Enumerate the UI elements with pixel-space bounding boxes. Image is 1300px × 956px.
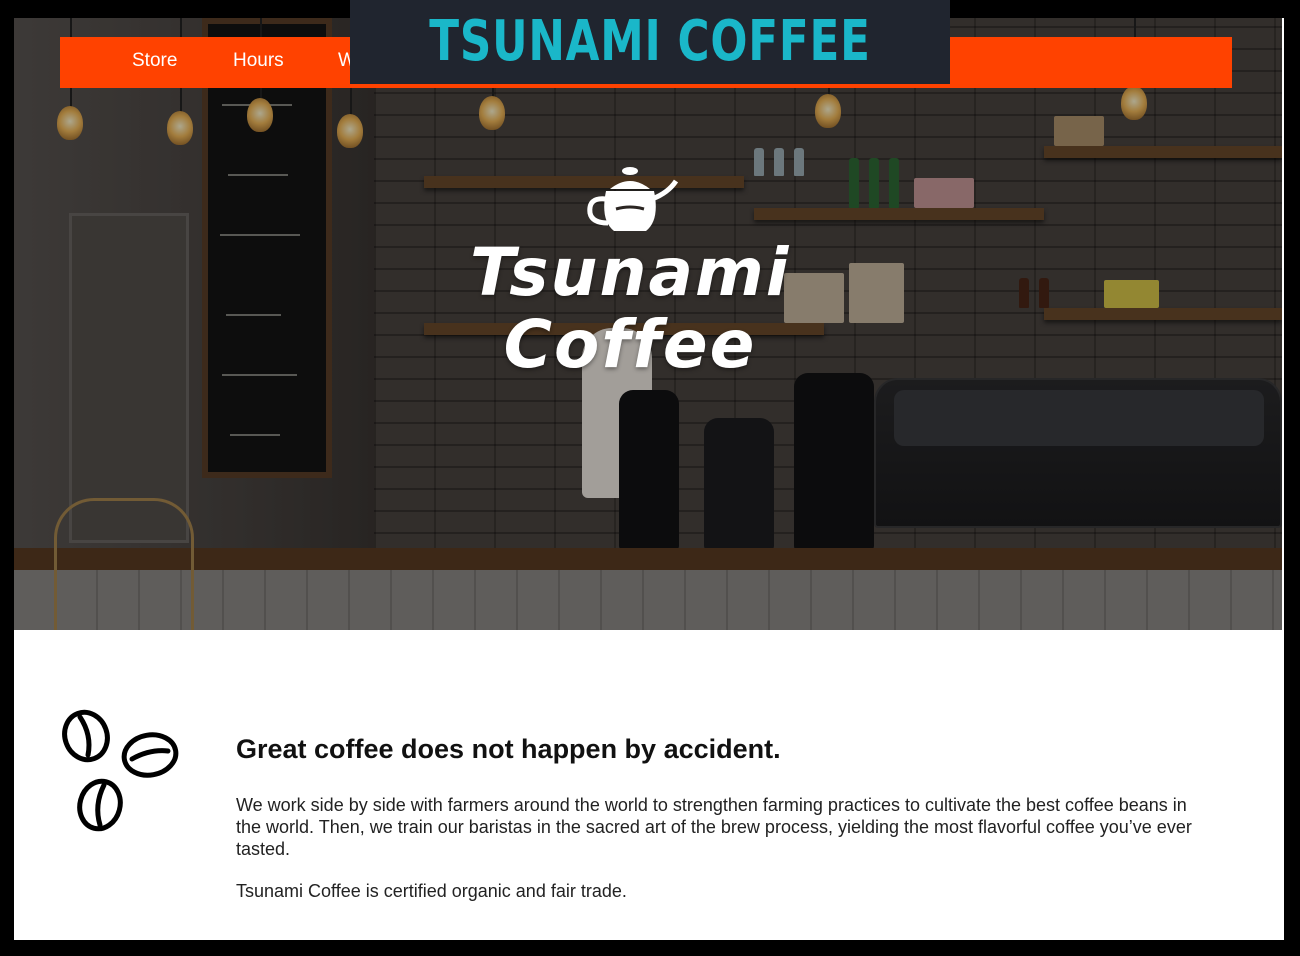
about-certification: Tsunami Coffee is certified organic and …: [236, 881, 627, 901]
about-headline: Great coffee does not happen by accident…: [236, 734, 781, 764]
nav-link-store[interactable]: Store: [132, 37, 177, 88]
title-banner-text: TSUNAMI COFFEE: [429, 9, 871, 74]
hero-logo-line1: Tsunami: [470, 234, 791, 311]
coffee-beans-icon: [62, 709, 179, 832]
hero-logo-line2: Coffee: [503, 306, 757, 383]
about-paragraph: We work side by side with farmers around…: [236, 795, 1192, 859]
kettle-icon: [587, 167, 679, 231]
hero-logo: Tsunami Coffee: [470, 165, 790, 381]
nav-link-hours[interactable]: Hours: [233, 37, 284, 88]
title-banner: TSUNAMI COFFEE: [350, 0, 950, 84]
